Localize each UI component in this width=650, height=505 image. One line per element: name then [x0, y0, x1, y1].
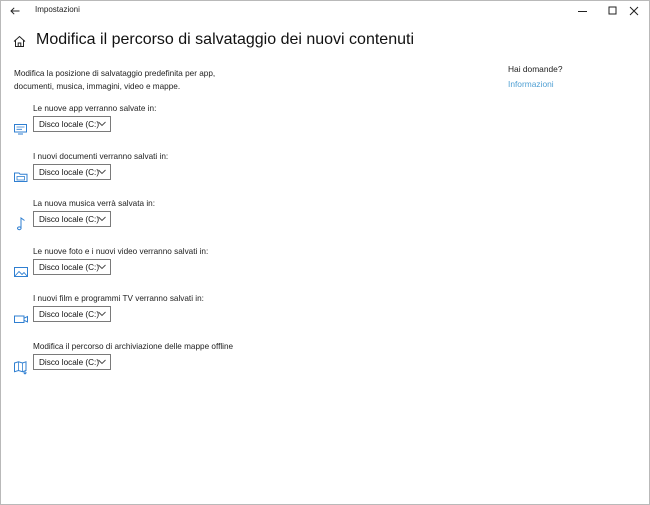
page-description: Modifica la posizione di salvataggio pre… — [14, 69, 216, 91]
chevron-down-icon — [98, 121, 106, 127]
chevron-down-icon — [98, 264, 106, 270]
video-camera-icon — [13, 311, 29, 327]
minimize-button[interactable] — [568, 1, 598, 21]
dropdown-value: Disco locale (C:) — [39, 310, 100, 319]
window-title: Impostazioni — [35, 5, 80, 14]
arrow-left-icon — [10, 7, 20, 15]
title-bar: Impostazioni — [1, 1, 649, 21]
chevron-down-icon — [98, 311, 106, 317]
chevron-down-icon — [98, 359, 106, 365]
monitor-icon — [13, 121, 29, 137]
setting-label: Modifica il percorso di archiviazione de… — [33, 342, 234, 351]
maximize-icon — [608, 6, 617, 15]
maps-location-dropdown[interactable]: Disco locale (C:) — [33, 354, 111, 370]
settings-window: Impostazioni Modifica il percorso di sal… — [0, 0, 650, 505]
setting-label: La nuova musica verrà salvata in: — [33, 199, 155, 208]
setting-movies: I nuovi film e programmi TV verranno sal… — [13, 294, 313, 334]
movies-location-dropdown[interactable]: Disco locale (C:) — [33, 306, 111, 322]
home-button[interactable] — [13, 35, 26, 53]
dropdown-value: Disco locale (C:) — [39, 168, 100, 177]
page-title: Modifica il percorso di salvataggio dei … — [36, 31, 414, 48]
dropdown-value: Disco locale (C:) — [39, 358, 100, 367]
close-icon — [629, 6, 639, 16]
setting-label: Le nuove app verranno salvate in: — [33, 104, 157, 113]
music-location-dropdown[interactable]: Disco locale (C:) — [33, 211, 111, 227]
setting-apps: Le nuove app verranno salvate in: Disco … — [13, 104, 313, 144]
info-link[interactable]: Informazioni — [508, 79, 554, 89]
dropdown-value: Disco locale (C:) — [39, 215, 100, 224]
back-button[interactable] — [4, 2, 26, 20]
chevron-down-icon — [98, 169, 106, 175]
home-icon — [13, 35, 26, 47]
chevron-down-icon — [98, 216, 106, 222]
setting-music: La nuova musica verrà salvata in: Disco … — [13, 199, 313, 239]
dropdown-value: Disco locale (C:) — [39, 120, 100, 129]
music-note-icon — [13, 216, 29, 232]
close-button[interactable] — [619, 1, 649, 21]
apps-location-dropdown[interactable]: Disco locale (C:) — [33, 116, 111, 132]
dropdown-value: Disco locale (C:) — [39, 263, 100, 272]
setting-label: I nuovi film e programmi TV verranno sal… — [33, 294, 204, 303]
map-icon — [13, 359, 29, 375]
setting-label: I nuovi documenti verranno salvati in: — [33, 152, 169, 161]
minimize-icon — [578, 11, 587, 12]
setting-documents: I nuovi documenti verranno salvati in: D… — [13, 152, 313, 192]
folder-icon — [13, 169, 29, 185]
setting-maps: Modifica il percorso di archiviazione de… — [13, 342, 313, 382]
setting-label: Le nuove foto e i nuovi video verranno s… — [33, 247, 209, 256]
help-question: Hai domande? — [508, 64, 563, 74]
photos-location-dropdown[interactable]: Disco locale (C:) — [33, 259, 111, 275]
photo-icon — [13, 264, 29, 280]
documents-location-dropdown[interactable]: Disco locale (C:) — [33, 164, 111, 180]
setting-photos: Le nuove foto e i nuovi video verranno s… — [13, 247, 313, 287]
